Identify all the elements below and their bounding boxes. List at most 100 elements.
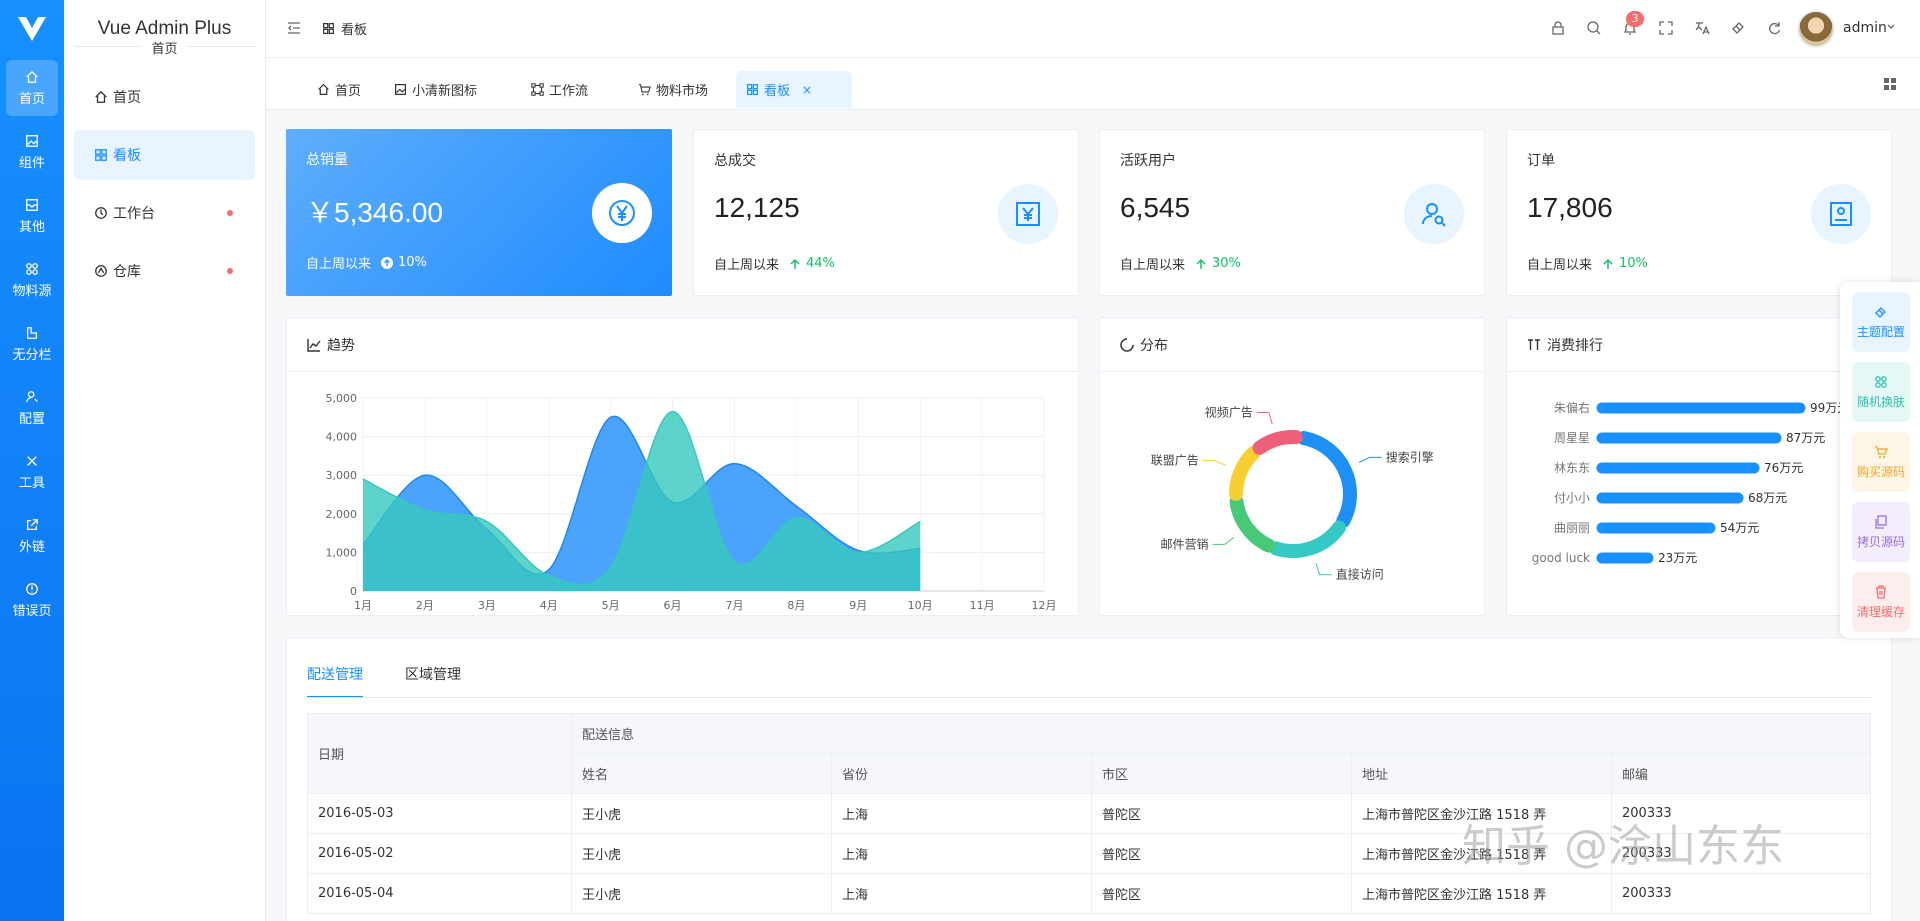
buy-source-button[interactable]: 购买源码 — [1852, 432, 1910, 492]
brush-icon — [1875, 306, 1886, 318]
home-icon — [95, 90, 107, 103]
app-logo[interactable] — [0, 0, 64, 58]
column-header[interactable]: 省份 — [831, 753, 1092, 794]
cell: 200333 — [1611, 873, 1871, 914]
fold-menu-icon[interactable] — [286, 20, 302, 36]
chevron-down-icon[interactable] — [1886, 22, 1896, 32]
table-row[interactable]: 2016-05-04 王小虎 上海 普陀区 上海市普陀区金沙江路 1518 弄 … — [307, 873, 1871, 914]
rail-label: 外链 — [18, 539, 45, 555]
close-icon[interactable]: × — [802, 83, 812, 97]
tools-icon — [27, 455, 37, 466]
rail-item-home[interactable]: 首页 — [6, 60, 58, 116]
stat-label: 活跃用户 — [1120, 153, 1176, 169]
pie-slice — [1269, 520, 1347, 558]
panel-title: 消费排行 — [1547, 337, 1603, 354]
x-tick-label: 9月 — [849, 599, 867, 612]
copy-source-button[interactable]: 拷贝源码 — [1852, 502, 1910, 562]
breadcrumb: 看板 — [322, 19, 367, 38]
random-skin-button[interactable]: 随机换肤 — [1852, 362, 1910, 422]
stat-percent: 44% — [789, 256, 835, 271]
bar-value-label: 54万元 — [1720, 521, 1759, 535]
column-header[interactable]: 姓名 — [571, 753, 832, 794]
tab-region[interactable]: 区域管理 — [405, 658, 461, 698]
stat-footer: 自上周以来 10% — [306, 253, 427, 272]
fullscreen-icon[interactable] — [1658, 20, 1674, 36]
column-header[interactable]: 地址 — [1351, 753, 1612, 794]
slice-label: 搜索引擎 — [1386, 449, 1434, 464]
y-tick-label: 3,000 — [326, 469, 358, 482]
image-icon — [26, 134, 38, 147]
avatar[interactable] — [1797, 10, 1835, 48]
column-header[interactable]: 日期 — [307, 713, 572, 794]
rail-item-error[interactable]: 错误页 — [6, 572, 58, 628]
stat-card-active-users: 活跃用户 6,545 自上周以来 30% — [1099, 129, 1485, 296]
rail-item-no-column[interactable]: 无分栏 — [6, 316, 58, 372]
rail-item-materials[interactable]: 物料源 — [6, 252, 58, 308]
floater-label: 购买源码 — [1856, 464, 1905, 479]
image-icon — [395, 84, 406, 95]
rail-item-external[interactable]: 外链 — [6, 508, 58, 564]
loading-circle-icon — [1120, 337, 1134, 352]
cell: 王小虎 — [571, 833, 832, 874]
panel-title: 分布 — [1140, 337, 1168, 354]
grid-menu-icon[interactable] — [1882, 76, 1898, 92]
tab-delivery[interactable]: 配送管理 — [307, 658, 363, 698]
stat-card-total-sales: 总销量 ￥5,346.00 自上周以来 10% — [286, 129, 672, 296]
tab-material-market[interactable]: 物料市场 — [628, 71, 718, 108]
floater-label: 清理缓存 — [1856, 604, 1905, 619]
bar-value-label: 87万元 — [1786, 431, 1825, 445]
ranking-panel: 消费排行 朱偏右 99万元 周星星 87万元 林东东 76万元 付小小 68万元 曲丽丽 54万元… — [1506, 317, 1892, 616]
watermark-text: 知乎 @涂山东东 — [1462, 821, 1784, 872]
refresh-icon[interactable] — [1766, 20, 1782, 36]
x-tick-label: 11月 — [970, 599, 995, 612]
menu-item-repo[interactable]: 仓库 — [74, 246, 255, 296]
category-label: 林东东 — [1554, 461, 1590, 475]
error-icon — [26, 582, 38, 595]
tab-dashboard[interactable]: 看板 × — [736, 71, 852, 108]
column-header[interactable]: 市区 — [1091, 753, 1352, 794]
tab-home[interactable]: 首页 — [307, 71, 371, 108]
clear-cache-button[interactable]: 清理缓存 — [1852, 572, 1910, 632]
ranking-chart[interactable]: 朱偏右 99万元周星星 87万元林东东 76万元付小小 68万元曲丽丽 54万元good … — [1507, 372, 1893, 617]
stat-card-orders: 订单 17,806 自上周以来 10% — [1506, 129, 1892, 296]
menu-item-dashboard[interactable]: 看板 — [74, 130, 255, 180]
x-tick-label: 1月 — [354, 599, 372, 612]
cell: 2016-05-04 — [307, 873, 572, 914]
cell: 2016-05-02 — [307, 833, 572, 874]
arrow-up-icon — [1603, 258, 1613, 269]
cell: 上海 — [831, 793, 1092, 834]
slice-label: 联盟广告 — [1151, 454, 1199, 468]
order-icon — [1811, 184, 1871, 244]
slice-label: 视频广告 — [1205, 405, 1253, 420]
stat-percent: 30% — [1195, 256, 1241, 271]
home-icon — [318, 83, 329, 95]
user-settings-icon — [26, 390, 38, 402]
column-header[interactable]: 邮编 — [1611, 753, 1871, 794]
trend-chart[interactable]: 0 1,000 2,000 3,000 4,000 5,000 1月 2月 3月 4月 5月 6月 7月… — [287, 372, 1080, 617]
distribution-panel: 分布 搜索引擎 直接访问 邮件营销 联盟广告 视频广告 — [1099, 317, 1485, 616]
menu-item-workbench[interactable]: 工作台 — [74, 188, 255, 238]
tab-label: 物料市场 — [656, 84, 709, 99]
cell: 普陀区 — [1091, 873, 1352, 914]
tab-workflow[interactable]: 工作流 — [521, 71, 598, 108]
tab-label: 工作流 — [549, 84, 589, 99]
theme-icon[interactable] — [1730, 20, 1746, 36]
tab-icons[interactable]: 小清新图标 — [384, 71, 487, 108]
panel-header: 消费排行 — [1507, 318, 1891, 372]
category-label: good luck — [1532, 551, 1590, 565]
username[interactable]: admin — [1843, 20, 1887, 36]
stat-percent: 10% — [1602, 256, 1648, 271]
search-icon[interactable] — [1586, 20, 1602, 36]
distribution-chart[interactable]: 搜索引擎直接访问 邮件营销 联盟广告 视频广告 — [1100, 372, 1486, 617]
pie-slice — [1252, 430, 1303, 455]
menu-item-home[interactable]: 首页 — [74, 72, 255, 122]
notification-badge: 3 — [1626, 11, 1644, 27]
lock-icon[interactable] — [1550, 20, 1566, 36]
rail-item-other[interactable]: 其他 — [6, 188, 58, 244]
translate-icon[interactable] — [1694, 20, 1710, 36]
rail-item-components[interactable]: 组件 — [6, 124, 58, 180]
theme-config-button[interactable]: 主题配置 — [1852, 292, 1910, 352]
y-tick-label: 1,000 — [326, 546, 358, 559]
rail-item-config[interactable]: 配置 — [6, 380, 58, 436]
rail-item-tools[interactable]: 工具 — [6, 444, 58, 500]
